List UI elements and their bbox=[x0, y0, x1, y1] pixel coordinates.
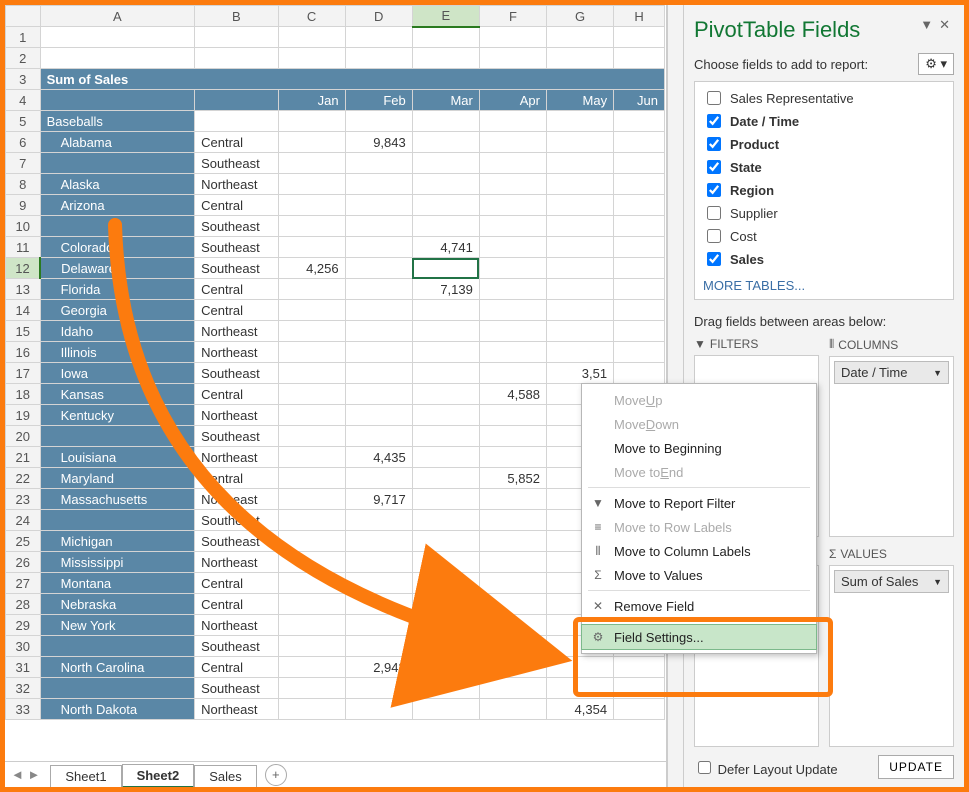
field-item[interactable]: Date / Time bbox=[703, 111, 945, 131]
update-button[interactable]: UPDATE bbox=[878, 755, 954, 779]
sheet-tab[interactable]: Sales bbox=[194, 765, 257, 787]
col-header[interactable]: A bbox=[40, 6, 195, 27]
spreadsheet-area: A B C D E F G H 123Sum of Sales4JanFebMa… bbox=[5, 5, 667, 787]
sheet-tab[interactable]: Sheet1 bbox=[50, 765, 121, 787]
context-menu-item: Move to End bbox=[582, 460, 816, 484]
context-menu-item[interactable]: ⚙Field Settings... bbox=[582, 625, 816, 649]
chevron-down-icon: ▼ bbox=[933, 577, 942, 587]
context-menu-item: Move Down bbox=[582, 412, 816, 436]
grid[interactable]: A B C D E F G H 123Sum of Sales4JanFebMa… bbox=[5, 5, 666, 761]
values-tag[interactable]: Sum of Sales▼ bbox=[834, 570, 949, 593]
col-header[interactable]: H bbox=[614, 6, 665, 27]
gear-icon[interactable]: ⚙ ▾ bbox=[918, 53, 954, 75]
sheet-tabs: ◄ ► Sheet1 Sheet2 Sales + bbox=[5, 761, 666, 787]
columns-tag[interactable]: Date / Time▼ bbox=[834, 361, 949, 384]
columns-area[interactable]: ⦀COLUMNS Date / Time▼ bbox=[829, 337, 954, 537]
context-menu-item[interactable]: ΣMove to Values bbox=[582, 563, 816, 587]
field-item[interactable]: Cost bbox=[703, 226, 945, 246]
col-header-selected[interactable]: E bbox=[412, 6, 479, 27]
columns-icon: ⦀ bbox=[829, 337, 834, 352]
col-header-row[interactable]: A B C D E F G H bbox=[6, 6, 665, 27]
context-menu-item[interactable]: ✕Remove Field bbox=[582, 594, 816, 618]
field-item[interactable]: Supplier bbox=[703, 203, 945, 223]
chevron-down-icon: ▼ bbox=[933, 368, 942, 378]
context-menu-item: ≡Move to Row Labels bbox=[582, 515, 816, 539]
field-item[interactable]: Sales Representative bbox=[703, 88, 945, 108]
filter-icon: ▼ bbox=[694, 337, 706, 351]
add-sheet-button[interactable]: + bbox=[265, 764, 287, 786]
field-list[interactable]: Sales Representative Date / Time Product St… bbox=[694, 81, 954, 300]
context-menu-item[interactable]: ⦀Move to Column Labels bbox=[582, 539, 816, 563]
field-item[interactable]: State bbox=[703, 157, 945, 177]
sigma-icon: Σ bbox=[829, 547, 836, 561]
defer-layout-checkbox[interactable]: Defer Layout Update bbox=[694, 758, 838, 777]
col-header[interactable]: G bbox=[546, 6, 613, 27]
sheet-tab-active[interactable]: Sheet2 bbox=[122, 764, 195, 788]
field-item[interactable]: Product bbox=[703, 134, 945, 154]
context-menu-item[interactable]: Move to Beginning bbox=[582, 436, 816, 460]
field-item[interactable]: Region bbox=[703, 180, 945, 200]
col-header[interactable]: F bbox=[479, 6, 546, 27]
context-menu-item[interactable]: ▼Move to Report Filter bbox=[582, 491, 816, 515]
drag-label: Drag fields between areas below: bbox=[694, 314, 954, 329]
context-menu-item: Move Up bbox=[582, 388, 816, 412]
col-header[interactable]: D bbox=[345, 6, 412, 27]
field-item[interactable]: Sales bbox=[703, 249, 945, 269]
close-icon[interactable]: ✕ bbox=[939, 17, 950, 33]
pane-subtitle: Choose fields to add to report: bbox=[694, 57, 868, 72]
col-header[interactable]: B bbox=[195, 6, 278, 27]
context-menu: Move UpMove DownMove to BeginningMove to… bbox=[581, 383, 817, 654]
sheet-nav-arrows[interactable]: ◄ ► bbox=[11, 767, 50, 782]
col-header[interactable]: C bbox=[278, 6, 345, 27]
values-area[interactable]: ΣVALUES Sum of Sales▼ bbox=[829, 547, 954, 747]
pane-title: PivotTable Fields bbox=[694, 17, 954, 43]
pane-menu-icon[interactable]: ▼ bbox=[920, 17, 933, 33]
